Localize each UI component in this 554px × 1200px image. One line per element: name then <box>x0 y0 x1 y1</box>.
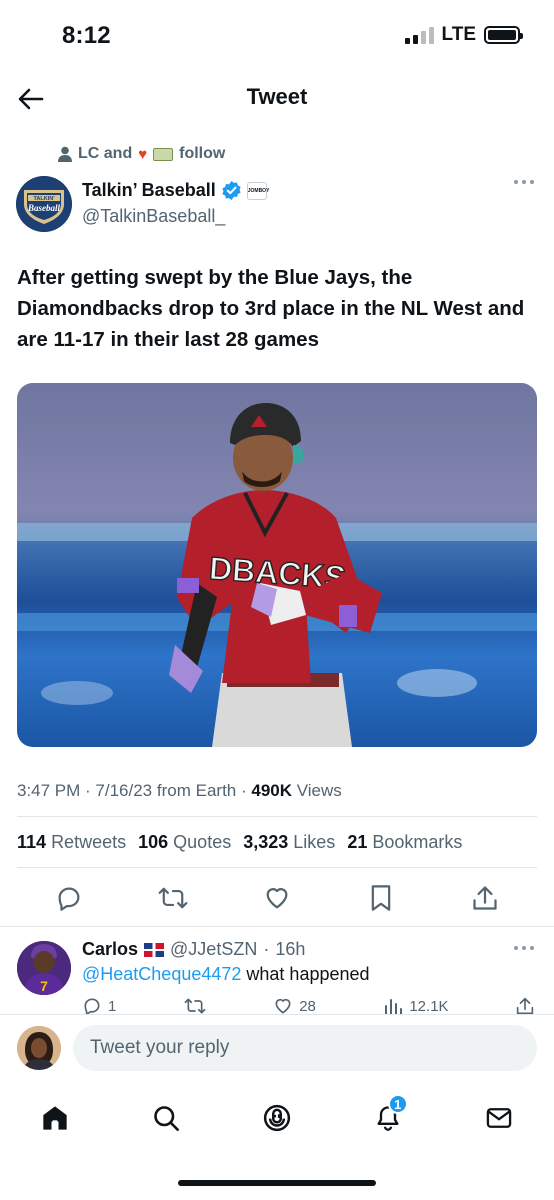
reply-button[interactable] <box>49 880 89 916</box>
reply-more-options-button[interactable] <box>514 946 534 950</box>
quotes-stat[interactable]: 106 Quotes <box>138 832 231 853</box>
tab-spaces[interactable] <box>255 1096 299 1140</box>
flag-icon <box>144 942 165 957</box>
social-context-suffix: follow <box>179 145 226 162</box>
envelope-icon <box>486 1108 511 1128</box>
retweet-button[interactable] <box>153 880 193 916</box>
baseball-player-photo: DBACKS <box>17 383 537 747</box>
divider <box>17 816 537 817</box>
crab-emoji-icon: ♥ <box>138 145 148 163</box>
affiliate-badge-icon: JOMBOY <box>246 181 269 200</box>
reply-actions: 1 28 12.1K <box>82 996 534 1016</box>
reply-avatar[interactable]: 7 <box>17 941 71 995</box>
tweet-text: After getting swept by the Blue Jays, th… <box>17 266 525 351</box>
tweet-media-image[interactable]: DBACKS <box>17 383 537 747</box>
author-avatar[interactable]: TALKIN' Baseball <box>16 176 72 232</box>
likes-stat[interactable]: 3,323 Likes <box>243 832 335 853</box>
person-icon <box>58 146 72 162</box>
retweet-icon <box>184 998 206 1014</box>
author-name-row: Talkin’ Baseball JOMBOY <box>82 180 269 201</box>
reply-mention-link[interactable]: @HeatCheque4472 <box>82 964 241 984</box>
svg-text:TALKIN': TALKIN' <box>33 196 55 202</box>
spaces-microphone-icon <box>263 1104 291 1132</box>
heart-icon <box>275 998 291 1014</box>
views-chart-icon <box>385 999 403 1015</box>
comment-icon <box>58 887 80 911</box>
network-type: LTE <box>441 24 476 45</box>
more-options-button[interactable] <box>514 180 534 184</box>
arrow-left-icon <box>18 88 44 110</box>
tweet-date: 7/16/23 <box>95 781 153 800</box>
reply-share-button[interactable] <box>516 996 534 1016</box>
status-indicators: LTE <box>404 24 523 46</box>
reply-likes-count: 28 <box>299 997 316 1015</box>
tab-messages[interactable] <box>477 1096 521 1140</box>
my-avatar[interactable] <box>17 1026 61 1070</box>
tweet-source: from Earth <box>156 781 237 800</box>
notifications-badge: 1 <box>387 1094 408 1114</box>
status-time: 8:12 <box>62 22 111 49</box>
divider <box>17 867 537 868</box>
bottom-tab-bar: 1 <box>0 1088 554 1148</box>
battery-icon <box>484 26 523 44</box>
bookmark-icon <box>371 885 391 911</box>
bookmarks-stat[interactable]: 21 Bookmarks <box>347 832 462 853</box>
reply-retweet-button[interactable] <box>184 996 206 1016</box>
tab-notifications[interactable]: 1 <box>366 1094 410 1140</box>
retweets-stat[interactable]: 114 Retweets <box>17 832 126 853</box>
tweet-stats: 114 Retweets 106 Quotes 3,323 Likes 21 B… <box>17 832 462 853</box>
share-icon <box>516 997 534 1015</box>
social-context-text: LC and <box>78 145 133 162</box>
avatar-image <box>17 1026 61 1070</box>
reply-body: what happened <box>246 964 370 984</box>
tab-home[interactable] <box>33 1096 77 1140</box>
author-name[interactable]: Talkin’ Baseball <box>82 180 216 201</box>
reply-author-name[interactable]: Carlos <box>82 939 138 960</box>
comment-icon <box>84 998 100 1016</box>
search-icon <box>154 1106 180 1131</box>
verified-badge-icon <box>222 181 241 200</box>
reply-reply-button[interactable]: 1 <box>82 996 116 1016</box>
signal-icon <box>404 26 434 44</box>
tweet-actions <box>17 880 537 916</box>
talkin-baseball-logo: TALKIN' Baseball <box>16 176 72 232</box>
bookmark-button[interactable] <box>361 880 401 916</box>
reply-text: @HeatCheque4472 what happened <box>82 964 370 985</box>
reply-views-button[interactable]: 12.1K <box>383 996 449 1016</box>
social-context: LC and ♥ follow <box>58 145 225 163</box>
reply-like-button[interactable]: 28 <box>273 996 316 1016</box>
svg-text:Baseball: Baseball <box>27 203 61 213</box>
retweet-icon <box>158 887 188 909</box>
page-title: Tweet <box>246 84 308 109</box>
reply-input[interactable] <box>73 1025 537 1071</box>
author-handle[interactable]: @TalkinBaseball_ <box>82 206 225 227</box>
home-icon <box>43 1106 68 1130</box>
tweet-views-count: 490K <box>251 781 292 800</box>
money-emoji-icon <box>153 147 174 161</box>
like-button[interactable] <box>257 880 297 916</box>
share-icon <box>473 886 497 910</box>
reply-time: 16h <box>275 939 306 959</box>
reply-header: Carlos @JJetSZN · 16h <box>82 939 306 960</box>
share-button[interactable] <box>465 880 505 916</box>
tweet-time: 3:47 PM <box>17 781 81 800</box>
svg-text:7: 7 <box>40 978 48 994</box>
reply-replies-count: 1 <box>108 997 117 1015</box>
tweet-meta: 3:47 PM · 7/16/23 from Earth · 490K View… <box>17 781 342 800</box>
back-button[interactable] <box>14 82 48 116</box>
heart-icon <box>266 888 288 909</box>
reply-author-handle[interactable]: @JJetSZN <box>170 939 257 960</box>
avatar-image: 7 <box>17 941 71 995</box>
tweet-views-label: Views <box>296 781 342 800</box>
tab-search[interactable] <box>144 1096 188 1140</box>
divider <box>0 926 554 927</box>
home-indicator <box>178 1180 376 1186</box>
reply-views-count: 12.1K <box>409 997 449 1015</box>
